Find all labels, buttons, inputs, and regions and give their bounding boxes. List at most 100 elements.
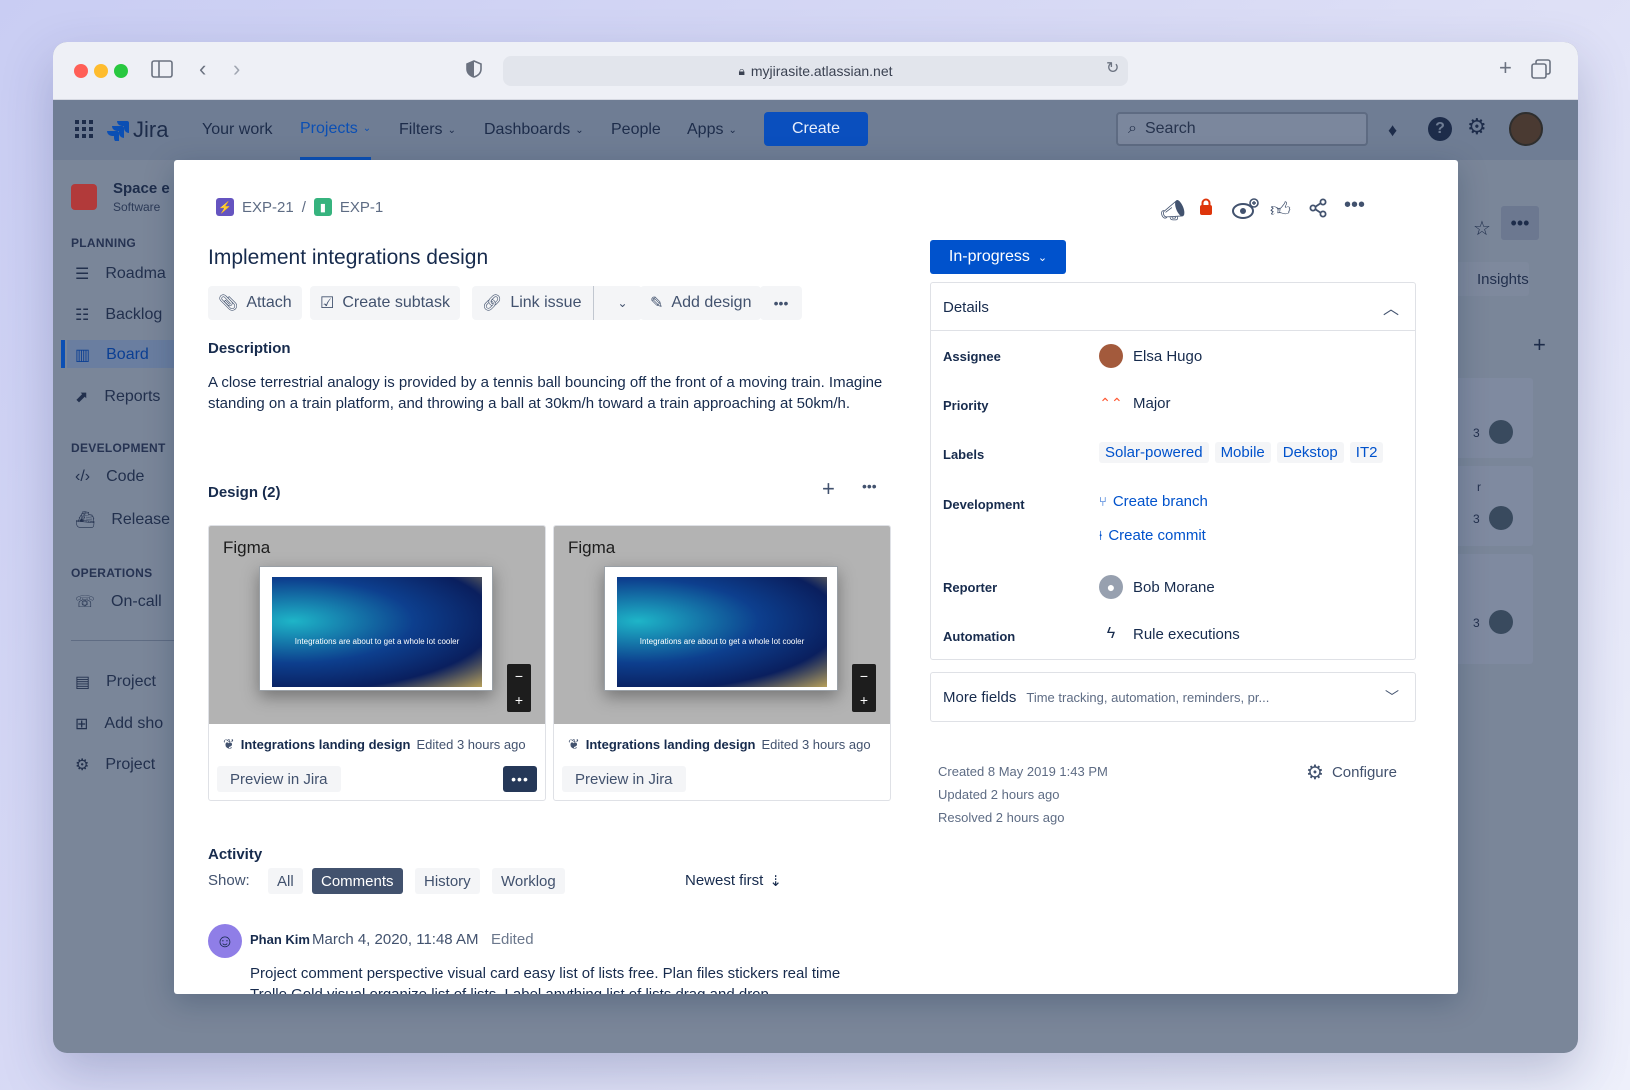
back-icon[interactable]: ‹ <box>199 58 206 80</box>
label-tag[interactable]: IT2 <box>1349 442 1384 463</box>
design-name[interactable]: Integrations landing design <box>586 737 756 752</box>
tab-history[interactable]: History <box>415 868 480 894</box>
label-tag[interactable]: Mobile <box>1214 442 1271 463</box>
share-icon[interactable] <box>1308 198 1328 224</box>
comment-author[interactable]: Phan Kim <box>250 932 310 947</box>
description-text[interactable]: A close terrestrial analogy is provided … <box>208 372 888 414</box>
sidebar-toggle-icon[interactable] <box>151 60 173 82</box>
attach-button[interactable]: 📎︎ Attach <box>208 286 302 320</box>
nav-people[interactable]: People <box>611 100 661 160</box>
zoom-in-icon[interactable]: + <box>860 692 868 708</box>
chevron-up-icon[interactable]: ︿ <box>1383 295 1399 319</box>
breadcrumb-issue[interactable]: EXP-1 <box>340 199 383 216</box>
design-more-icon[interactable]: ••• <box>862 478 877 494</box>
tab-worklog[interactable]: Worklog <box>492 868 565 894</box>
assignee-field[interactable]: Elsa Hugo <box>1099 344 1202 368</box>
nav-your-work[interactable]: Your work <box>202 100 273 160</box>
sidebar-item-oncall[interactable]: ☏ On-call <box>75 592 162 612</box>
watch-icon[interactable] <box>1232 198 1260 226</box>
chevron-down-icon[interactable]: ﹀ <box>1385 687 1399 707</box>
nav-apps[interactable]: Apps ⌄ <box>687 100 737 160</box>
new-tab-icon[interactable]: + <box>1499 57 1512 79</box>
section-development: DEVELOPMENT <box>71 441 166 455</box>
add-design-icon[interactable]: + <box>822 476 835 502</box>
sidebar-item-releases[interactable]: ⛴ Release <box>75 510 170 530</box>
tab-all[interactable]: All <box>268 868 303 894</box>
search-input[interactable]: ⌕ Search <box>1116 112 1368 146</box>
feedback-megaphone-icon[interactable]: 📣︎ <box>1160 198 1185 223</box>
close-window-icon[interactable] <box>74 64 88 78</box>
project-avatar[interactable] <box>71 184 97 210</box>
breadcrumb-parent[interactable]: EXP-21 <box>242 199 294 216</box>
tab-comments[interactable]: Comments <box>312 868 403 894</box>
sidebar-item-roadmap[interactable]: ☰ Roadma <box>75 264 166 284</box>
zoom-controls[interactable]: − + <box>852 664 876 712</box>
sidebar-item-add-shortcut[interactable]: ⊞ Add sho <box>75 714 163 734</box>
more-fields-panel[interactable]: More fields Time tracking, automation, r… <box>930 672 1416 722</box>
automation-field[interactable]: ϟ Rule executions <box>1099 625 1240 643</box>
help-icon[interactable]: ? <box>1428 117 1452 141</box>
design-card[interactable]: Figma Integrations are about to get a wh… <box>208 525 546 801</box>
sidebar-item-code[interactable]: ‹/› Code <box>75 468 144 486</box>
app-switcher-icon[interactable] <box>75 120 93 143</box>
toolbar-more-icon[interactable]: ••• <box>760 286 802 320</box>
zoom-controls[interactable]: − + <box>507 664 531 712</box>
design-name[interactable]: Integrations landing design <box>241 737 411 752</box>
preview-in-jira-button[interactable]: Preview in Jira <box>562 766 686 792</box>
comment-date[interactable]: March 4, 2020, 11:48 AM <box>312 931 479 948</box>
sidebar-item-backlog[interactable]: ☷ Backlog <box>75 305 162 325</box>
lock-icon[interactable] <box>1199 198 1213 222</box>
labels-field[interactable]: Solar-powered Mobile Dekstop IT2 <box>1099 442 1384 463</box>
link-issue-button[interactable]: 🔗︎ Link issue ⌄ <box>472 286 643 320</box>
zoom-out-icon[interactable]: − <box>860 668 868 684</box>
chevron-down-icon[interactable]: ⌄ <box>602 296 642 310</box>
sidebar-item-project-settings[interactable]: ⚙ Project <box>75 755 155 775</box>
tabs-overview-icon[interactable] <box>1531 59 1551 83</box>
jira-logo[interactable]: Jira <box>107 117 168 143</box>
preview-in-jira-button[interactable]: Preview in Jira <box>217 766 341 792</box>
forward-icon[interactable]: › <box>233 58 240 80</box>
design-thumbnail[interactable]: Figma Integrations are about to get a wh… <box>554 526 890 724</box>
nav-projects[interactable]: Projects ⌄ <box>300 100 372 160</box>
maximize-window-icon[interactable] <box>114 64 128 78</box>
sidebar-item-reports[interactable]: ⬈ Reports <box>75 387 160 407</box>
zoom-out-icon[interactable]: − <box>515 668 523 684</box>
sidebar-item-project-pages[interactable]: ▤ Project <box>75 672 156 692</box>
create-button[interactable]: Create <box>764 112 868 146</box>
minimize-window-icon[interactable] <box>94 64 108 78</box>
add-design-button[interactable]: ✎ Add design <box>640 286 762 320</box>
privacy-shield-icon[interactable] <box>466 60 482 82</box>
like-icon[interactable]: 👍︎ <box>1270 198 1291 222</box>
label-tag[interactable]: Dekstop <box>1276 442 1344 463</box>
board-more-icon[interactable]: ••• <box>1501 206 1539 240</box>
details-heading: Details <box>943 299 989 316</box>
create-commit-link[interactable]: ⍿ Create commit <box>1099 527 1206 544</box>
sidebar-item-board[interactable]: ▥ Board <box>75 345 149 365</box>
status-dropdown[interactable]: In-progress ⌄ <box>930 240 1066 274</box>
configure-button[interactable]: ⚙ Configure <box>1306 760 1397 785</box>
settings-gear-icon[interactable]: ⚙ <box>1467 114 1487 140</box>
details-header[interactable]: Details ︿ <box>931 283 1415 331</box>
notifications-icon[interactable]: ♦ <box>1388 120 1397 141</box>
nav-filters[interactable]: Filters ⌄ <box>399 100 456 160</box>
design-card[interactable]: Figma Integrations are about to get a wh… <box>553 525 891 801</box>
create-subtask-button[interactable]: ☑ Create subtask <box>310 286 460 320</box>
priority-field[interactable]: ⌃⌃ Major <box>1099 395 1170 412</box>
design-card-more-icon[interactable]: ••• <box>503 766 537 792</box>
issue-title[interactable]: Implement integrations design <box>208 246 488 270</box>
nav-dashboards[interactable]: Dashboards ⌄ <box>484 100 584 160</box>
design-thumbnail[interactable]: Figma Integrations are about to get a wh… <box>209 526 545 724</box>
address-bar[interactable]: 🔒︎ myjirasite.atlassian.net <box>503 56 1128 86</box>
label-tag[interactable]: Solar-powered <box>1099 442 1209 463</box>
more-actions-icon[interactable]: ••• <box>1344 194 1365 217</box>
create-branch-link[interactable]: ⑂ Create branch <box>1099 493 1208 510</box>
sort-newest-first-button[interactable]: Newest first ⇣ <box>685 872 782 890</box>
reporter-field[interactable]: ● Bob Morane <box>1099 575 1215 599</box>
add-column-icon[interactable]: + <box>1533 332 1546 358</box>
commenter-avatar[interactable]: ☺ <box>208 924 242 958</box>
reload-icon[interactable]: ↻ <box>1106 61 1119 77</box>
assignee-label: Assignee <box>943 349 1001 364</box>
zoom-in-icon[interactable]: + <box>515 692 523 708</box>
star-icon[interactable]: ☆ <box>1473 216 1491 241</box>
user-avatar[interactable] <box>1509 112 1543 146</box>
